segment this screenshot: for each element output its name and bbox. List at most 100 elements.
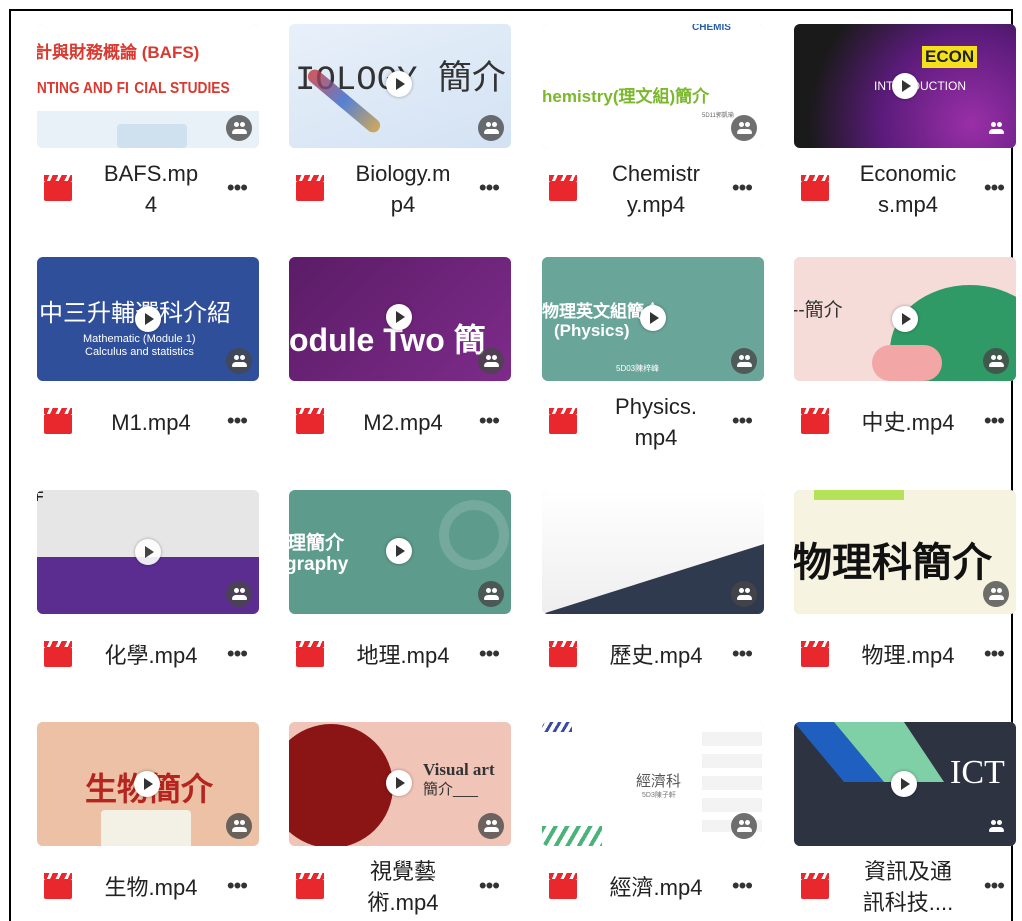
thumbnail-title: 經濟科 — [636, 773, 682, 790]
file-name: M2.mp4 — [363, 409, 443, 435]
shared-people-icon — [226, 348, 252, 374]
video-file-icon — [296, 408, 324, 434]
video-thumbnail[interactable]: 生物簡介 — [37, 722, 259, 846]
video-file-icon — [801, 873, 829, 899]
file-name: 地理.mp4 — [356, 642, 450, 668]
play-icon — [386, 538, 412, 564]
video-file-icon — [801, 641, 829, 667]
video-thumbnail[interactable]: ECON INTRODUCTION — [794, 24, 1016, 148]
video-thumbnail[interactable]: F — [37, 490, 259, 614]
thumbnail-subtitle: 簡介___ — [423, 781, 479, 798]
more-options-icon[interactable]: ••• — [984, 641, 1005, 667]
file-name: 中史.mp4 — [861, 409, 955, 435]
file-name: Chemistr y.mp4 — [611, 161, 700, 217]
more-options-icon[interactable]: ••• — [227, 641, 248, 667]
video-thumbnail[interactable]: 計與財務概論 (BAFS) INTING AND FI CIAL STUDIES — [37, 24, 259, 148]
more-options-icon[interactable]: ••• — [732, 175, 753, 201]
thumbnail-title: 計與財務概論 (BAFS) — [37, 43, 200, 62]
video-thumbnail[interactable]: 經濟科 5D3陳子軒 — [542, 722, 764, 846]
shared-people-icon — [983, 581, 1009, 607]
shared-people-icon — [731, 581, 757, 607]
thumbnail-title: --簡介 — [794, 300, 843, 321]
shared-people-icon — [226, 581, 252, 607]
video-thumbnail[interactable]: odule Two 簡 — [289, 257, 511, 381]
more-options-icon[interactable]: ••• — [984, 175, 1005, 201]
more-options-icon[interactable]: ••• — [479, 175, 500, 201]
thumbnail-title: 物理科簡介 — [794, 541, 992, 585]
thumbnail-subtitle-2: Calculus and statistics — [85, 346, 194, 358]
file-name: 經濟.mp4 — [609, 874, 703, 900]
play-icon — [386, 304, 412, 330]
play-icon — [135, 539, 161, 565]
thumbnail-title: Visual art — [423, 760, 495, 779]
file-name: Physics. mp4 — [615, 394, 697, 450]
thumbnail-badge: ECON — [922, 46, 978, 68]
video-thumbnail[interactable]: --簡介 — [794, 257, 1016, 381]
video-thumbnail[interactable]: CHEMIS hemistry(理文組)簡介 5D11郭凱瑜 — [542, 24, 764, 148]
video-file-icon — [296, 873, 324, 899]
file-grid: 計與財務概論 (BAFS) INTING AND FI CIAL STUDIES… — [0, 0, 1022, 921]
play-icon — [386, 770, 412, 796]
thumbnail-title: F — [37, 490, 44, 504]
shared-people-icon — [731, 115, 757, 141]
file-name: 視覺藝 術.mp4 — [367, 859, 439, 915]
video-thumbnail[interactable]: 中三升輔選科介紹 Mathematic (Module 1) Calculus … — [37, 257, 259, 381]
shared-people-icon — [731, 348, 757, 374]
file-name: 化學.mp4 — [104, 642, 198, 668]
play-icon — [134, 771, 160, 797]
video-file-icon — [44, 641, 72, 667]
more-options-icon[interactable]: ••• — [732, 873, 753, 899]
video-thumbnail[interactable]: Visual art 簡介___ — [289, 722, 511, 846]
file-name: M1.mp4 — [111, 409, 191, 435]
more-options-icon[interactable]: ••• — [227, 873, 248, 899]
file-name: 資訊及通 訊科技.... — [862, 859, 954, 915]
thumbnail-title: 理簡介 — [289, 533, 345, 554]
shared-people-icon — [983, 348, 1009, 374]
more-options-icon[interactable]: ••• — [984, 873, 1005, 899]
thumbnail-header: CHEMIS — [692, 24, 731, 33]
more-options-icon[interactable]: ••• — [479, 641, 500, 667]
thumbnail-title: ICT — [950, 754, 1005, 791]
video-file-icon — [549, 873, 577, 899]
more-options-icon[interactable]: ••• — [984, 408, 1005, 434]
video-file-icon — [549, 408, 577, 434]
video-file-icon — [44, 408, 72, 434]
file-name: Biology.m p4 — [355, 161, 451, 217]
video-file-icon — [801, 175, 829, 201]
video-thumbnail[interactable]: 理簡介 graphy — [289, 490, 511, 614]
play-icon — [386, 71, 412, 97]
video-thumbnail[interactable]: ICT — [794, 722, 1016, 846]
shared-people-icon — [478, 348, 504, 374]
more-options-icon[interactable]: ••• — [479, 873, 500, 899]
more-options-icon[interactable]: ••• — [227, 408, 248, 434]
video-thumbnail[interactable] — [542, 490, 764, 614]
more-options-icon[interactable]: ••• — [479, 408, 500, 434]
video-thumbnail[interactable]: 物理英文組簡介 (Physics) 5D03陳梓峰 — [542, 257, 764, 381]
thumbnail-subtitle: Mathematic (Module 1) — [83, 333, 196, 345]
shared-people-icon — [478, 813, 504, 839]
video-thumbnail[interactable]: IOLOGY 簡介 — [289, 24, 511, 148]
play-icon — [892, 73, 918, 99]
video-file-icon — [801, 408, 829, 434]
thumbnail-subtitle: (Physics) — [554, 321, 630, 340]
play-icon — [891, 771, 917, 797]
shared-people-icon — [983, 813, 1009, 839]
shared-people-icon — [226, 813, 252, 839]
video-thumbnail[interactable]: 物理科簡介 — [794, 490, 1016, 614]
file-name: 物理.mp4 — [861, 642, 955, 668]
video-file-icon — [549, 175, 577, 201]
file-name: Economic s.mp4 — [859, 161, 957, 217]
file-name: 歷史.mp4 — [609, 642, 703, 668]
more-options-icon[interactable]: ••• — [227, 175, 248, 201]
video-file-icon — [296, 641, 324, 667]
more-options-icon[interactable]: ••• — [732, 641, 753, 667]
shared-people-icon — [731, 813, 757, 839]
thumbnail-subtitle: graphy — [289, 554, 349, 575]
video-file-icon — [44, 175, 72, 201]
shared-people-icon — [983, 115, 1009, 141]
more-options-icon[interactable]: ••• — [732, 408, 753, 434]
shared-people-icon — [478, 581, 504, 607]
play-icon — [892, 306, 918, 332]
thumbnail-subtitle: INTING AND FI CIAL STUDIES — [37, 80, 230, 97]
thumbnail-subtitle: 5D3陳子軒 — [642, 792, 676, 799]
